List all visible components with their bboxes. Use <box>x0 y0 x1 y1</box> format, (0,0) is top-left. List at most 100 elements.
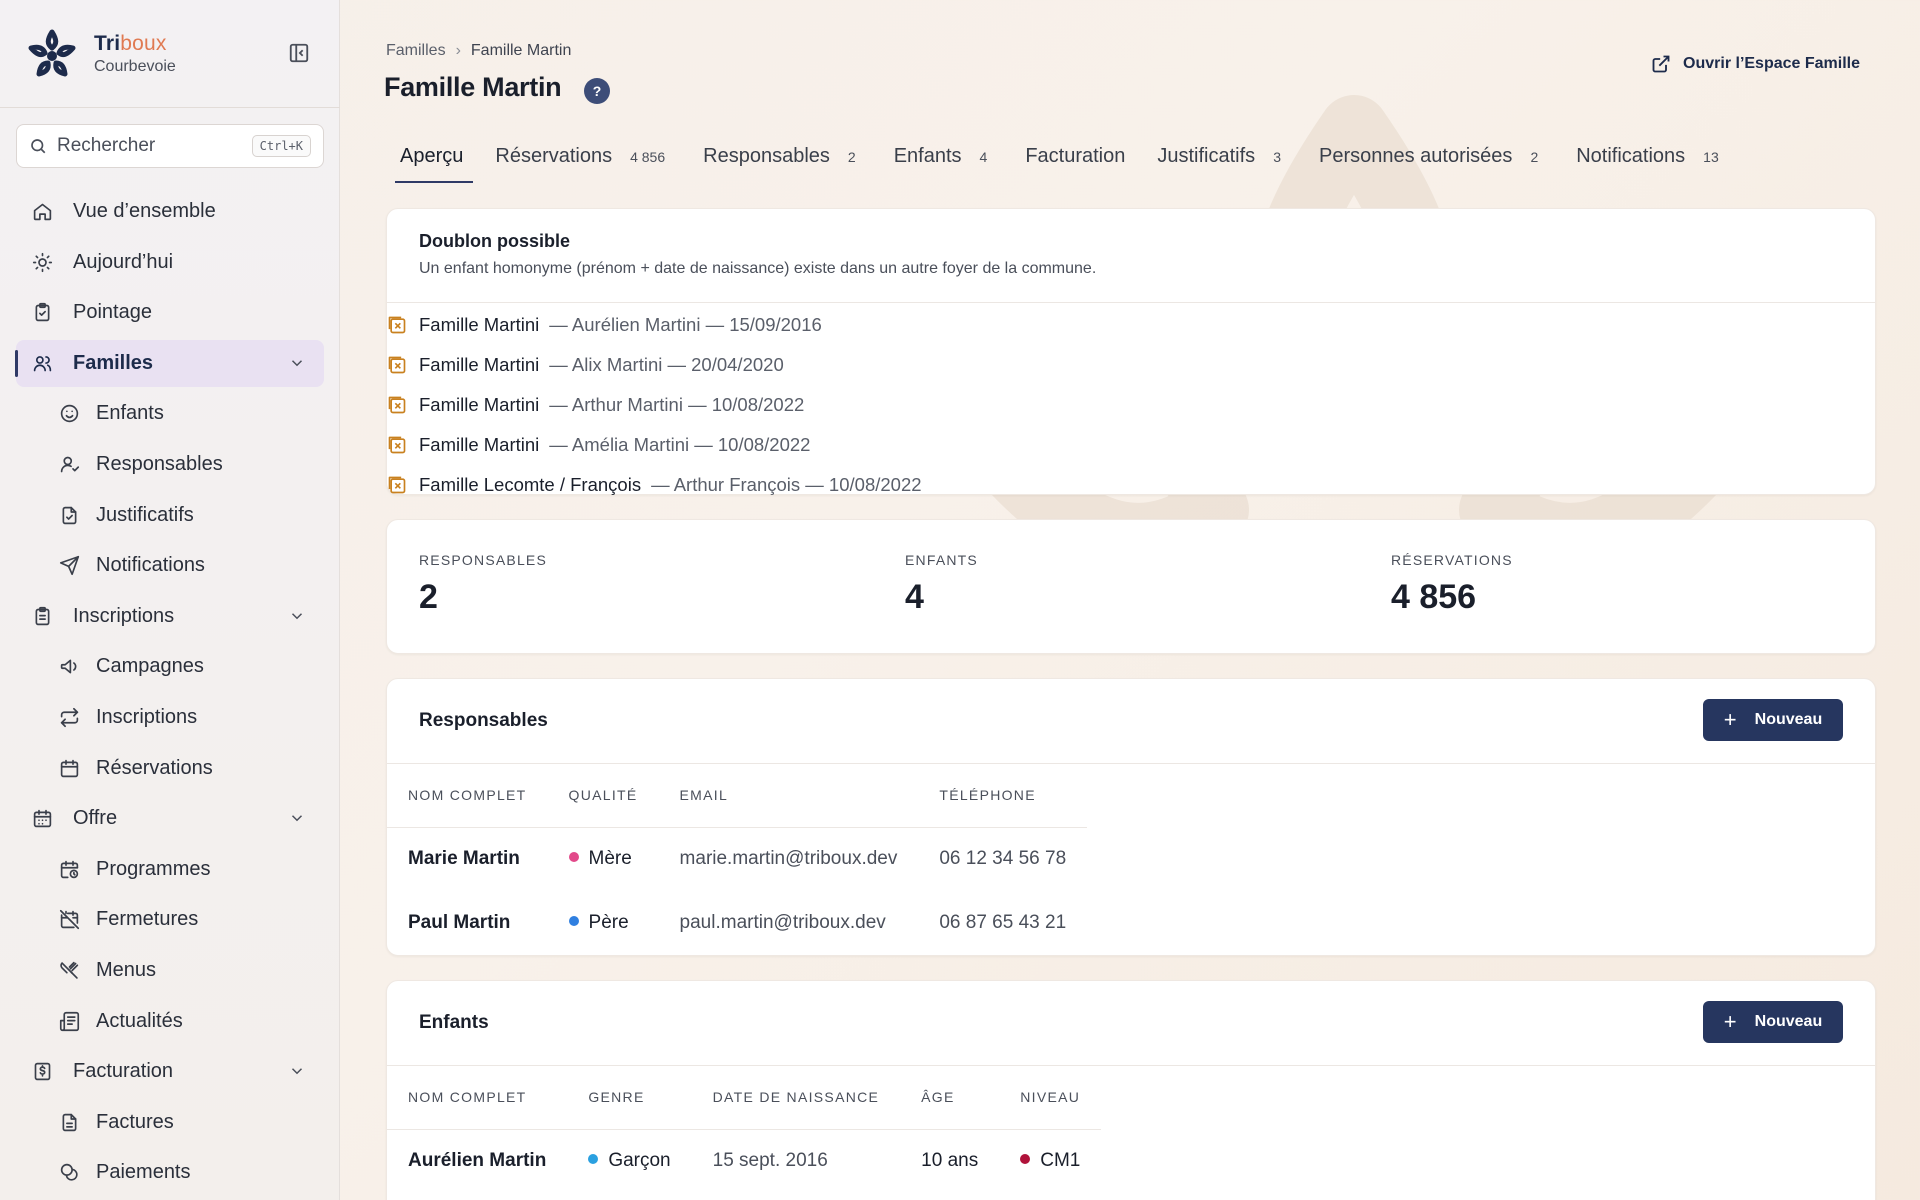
sidebar-item-fermetures[interactable]: Fermetures <box>16 896 324 943</box>
sidebar-item-justificatifs[interactable]: Justificatifs <box>16 492 324 539</box>
sun-icon-wrap <box>31 251 53 273</box>
sidebar-item-vue-d-ensemble[interactable]: Vue d’ensemble <box>16 188 324 235</box>
column-header[interactable]: QUALITÉ <box>547 763 659 828</box>
tab-personnes-autorisées[interactable]: Personnes autorisées 2 <box>1303 138 1560 188</box>
sidebar-item-campagnes[interactable]: Campagnes <box>16 643 324 690</box>
tab-count-badge: 4 <box>979 149 988 165</box>
column-header[interactable]: GENRE <box>567 1065 692 1130</box>
chevron-down-icon[interactable] <box>288 607 306 625</box>
column-header[interactable]: NIVEAU <box>999 1065 1102 1130</box>
sidebar-item-facturation[interactable]: Facturation <box>16 1048 324 1095</box>
sidebar-nav: Vue d’ensemble Aujourd’hui Pointage Fami… <box>15 188 324 1200</box>
stat-2: RÉSERVATIONS 4 856 <box>1391 552 1513 617</box>
sidebar-item-menus[interactable]: Menus <box>16 947 324 994</box>
duplicate-row[interactable]: Famille Lecomte / François — Arthur Fran… <box>387 465 922 505</box>
sidebar-item-inscriptions[interactable]: Inscriptions <box>16 694 324 741</box>
column-header[interactable]: TÉLÉPHONE <box>918 763 1088 828</box>
sidebar-collapse-button[interactable] <box>286 40 312 66</box>
open-family-space-button[interactable]: Ouvrir l’Espace Famille <box>1635 50 1876 78</box>
new-responsable-button[interactable]: + Nouveau <box>1703 699 1843 741</box>
duplicate-row[interactable]: Famille Martini — Alix Martini — 20/04/2… <box>387 345 922 385</box>
table-row[interactable]: Marie Martin Mère marie.martin@triboux.d… <box>387 827 1087 891</box>
duplicate-family-link[interactable]: Famille Martini <box>419 434 539 456</box>
repeat-icon <box>60 707 78 728</box>
user-check-icon-wrap <box>58 453 80 475</box>
user-check-icon <box>60 456 79 473</box>
chevron-down-icon[interactable] <box>288 1062 306 1080</box>
search-input[interactable]: Rechercher Ctrl+K <box>16 124 324 168</box>
duplicate-description: Un enfant homonyme (prénom + date de nai… <box>419 260 1097 277</box>
sidebar-item-label: Offre <box>73 807 118 830</box>
users-icon <box>33 355 51 372</box>
sidebar-item-offre[interactable]: Offre <box>16 795 324 842</box>
stats-card: RESPONSABLES 2 ENFANTS 4 RÉSERVATIONS 4 85… <box>386 519 1876 654</box>
tab-justificatifs[interactable]: Justificatifs 3 <box>1141 138 1303 188</box>
new-enfant-button[interactable]: + Nouveau <box>1703 1001 1843 1043</box>
cell-name[interactable]: Paul Martin <box>387 891 548 955</box>
sidebar-item-familles[interactable]: Familles <box>15 339 324 387</box>
sidebar-item-responsables[interactable]: Responsables <box>16 441 324 488</box>
help-icon[interactable]: ? <box>584 78 610 104</box>
chevron-down-icon[interactable] <box>288 809 306 827</box>
home-icon <box>33 203 51 221</box>
table-row[interactable]: Paul Martin Père paul.martin@triboux.dev… <box>387 891 1087 955</box>
sidebar-item-factures[interactable]: Factures <box>16 1099 324 1146</box>
duplicate-detail: — Arthur Martini — 10/08/2022 <box>549 394 805 415</box>
tab-responsables[interactable]: Responsables 2 <box>687 138 878 188</box>
duplicate-row[interactable]: Famille Martini — Arthur Martini — 10/08… <box>387 385 922 425</box>
cell-name[interactable]: Marie Martin <box>387 827 548 891</box>
duplicate-family-link[interactable]: Famille Martini <box>419 354 539 376</box>
breadcrumb-parent-link[interactable]: Familles <box>386 42 446 60</box>
chevron-down-icon[interactable] <box>288 354 306 372</box>
breadcrumb: Familles › Famille Martin <box>386 42 571 60</box>
tab-count-badge: 3 <box>1273 149 1281 165</box>
sidebar-item-notifications[interactable]: Notifications <box>16 542 324 589</box>
column-header[interactable]: EMAIL <box>658 763 919 828</box>
duplicate-family-link[interactable]: Famille Lecomte / François <box>419 474 641 496</box>
cell-quality: Mère <box>548 827 659 891</box>
duplicate-family-link[interactable]: Famille Martini <box>419 394 539 416</box>
triboux-logo-icon <box>28 29 76 77</box>
stat-label: RESPONSABLES <box>419 552 547 568</box>
tab-enfants[interactable]: Enfants 4 <box>878 138 1010 188</box>
cell-email: paul.martin@triboux.dev <box>679 912 886 933</box>
tab-label: Personnes autorisées <box>1318 145 1513 167</box>
sidebar-item-pointage[interactable]: Pointage <box>16 289 324 336</box>
megaphone-icon-wrap <box>58 656 80 678</box>
file-text-icon <box>62 1113 76 1131</box>
sidebar-item-aujourd-hui[interactable]: Aujourd’hui <box>16 239 324 286</box>
tab-aperçu[interactable]: Aperçu <box>384 138 479 188</box>
column-header[interactable]: ÂGE <box>900 1065 1000 1130</box>
sidebar-item-inscriptions[interactable]: Inscriptions <box>16 593 324 640</box>
duplicate-row[interactable]: Famille Martini — Aurélien Martini — 15/… <box>387 305 922 345</box>
stat-label: RÉSERVATIONS <box>1391 552 1513 568</box>
tab-count-badge: 13 <box>1703 149 1719 165</box>
duplicate-family-link[interactable]: Famille Martini <box>419 314 539 336</box>
brand[interactable]: Triboux Courbevoie <box>24 24 176 84</box>
calendar-off-icon-wrap <box>58 909 80 931</box>
tab-count-badge: 4 856 <box>630 149 666 165</box>
column-header[interactable]: DATE DE NAISSANCE <box>691 1065 901 1130</box>
sidebar-item-programmes[interactable]: Programmes <box>16 846 324 893</box>
duplicate-row[interactable]: Famille Martini — Amélia Martini — 10/08… <box>387 425 922 465</box>
calendar-clock-icon-wrap <box>58 858 80 880</box>
newspaper-icon <box>59 1011 79 1031</box>
send-icon-wrap <box>58 555 80 577</box>
panel-left-icon <box>289 43 309 63</box>
duplicate-detail: — Arthur François — 10/08/2022 <box>651 474 922 495</box>
sidebar-item-enfants[interactable]: Enfants <box>16 390 324 437</box>
cell-name[interactable]: Aurélien Martin <box>387 1129 567 1193</box>
utensils-icon-wrap <box>58 959 80 981</box>
column-header[interactable]: NOM COMPLET <box>387 1065 568 1130</box>
tab-facturation[interactable]: Facturation <box>1009 138 1141 188</box>
sun-icon <box>32 252 52 272</box>
column-header[interactable]: NOM COMPLET <box>387 763 548 828</box>
sidebar-item-réservations[interactable]: Réservations <box>16 745 324 792</box>
sidebar-item-actualités[interactable]: Actualités <box>16 998 324 1045</box>
sidebar-item-paiements[interactable]: Paiements <box>16 1149 324 1196</box>
tab-notifications[interactable]: Notifications 13 <box>1560 138 1741 188</box>
sidebar-item-label: Vue d’ensemble <box>73 200 216 222</box>
tab-réservations[interactable]: Réservations 4 856 <box>479 138 687 188</box>
table-row[interactable]: Aurélien Martin Garçon 15 sept. 2016 10 … <box>387 1129 1101 1193</box>
sidebar-item-label: Actualités <box>96 1009 183 1032</box>
